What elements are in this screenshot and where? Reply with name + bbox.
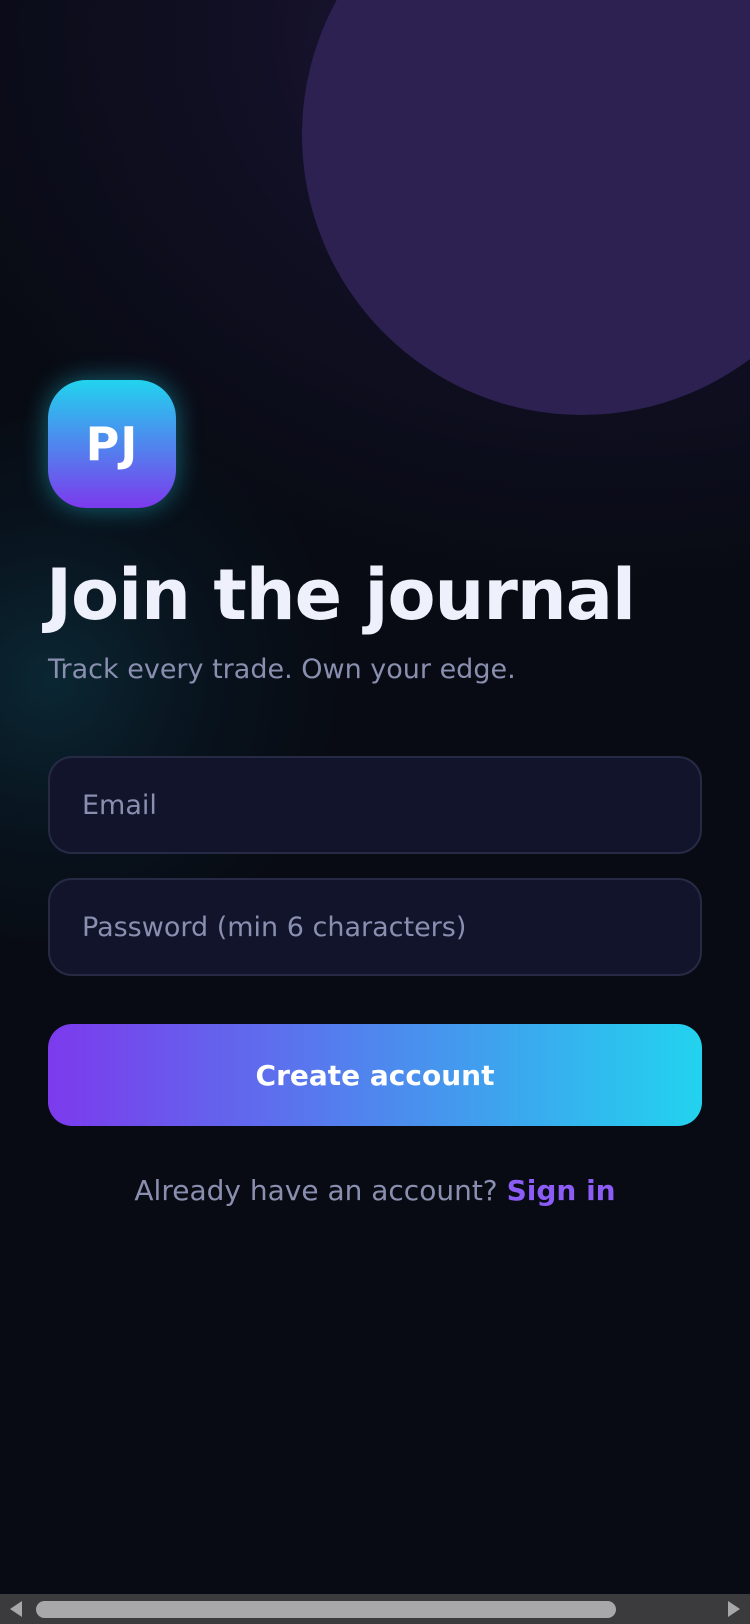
app-logo-text: PJ (85, 417, 139, 471)
create-account-button[interactable]: Create account (48, 1024, 702, 1126)
scrollbar-thumb[interactable] (36, 1601, 616, 1618)
scroll-left-arrow-icon[interactable] (10, 1601, 22, 1617)
password-field[interactable] (82, 911, 700, 943)
signup-screen: PJ Join the journal Track every trade. O… (0, 0, 750, 1624)
page-subtitle: Track every trade. Own your edge. (48, 654, 516, 685)
signin-link[interactable]: Sign in (507, 1174, 616, 1207)
signin-prompt-text: Already have an account? (134, 1174, 507, 1207)
password-field-container (48, 878, 702, 976)
email-field[interactable] (82, 789, 700, 821)
page-title: Join the journal (46, 554, 636, 636)
horizontal-scrollbar[interactable] (0, 1594, 750, 1624)
signin-prompt-row: Already have an account? Sign in (0, 1174, 750, 1207)
app-logo: PJ (48, 380, 176, 508)
email-field-container (48, 756, 702, 854)
scroll-right-arrow-icon[interactable] (728, 1601, 740, 1617)
